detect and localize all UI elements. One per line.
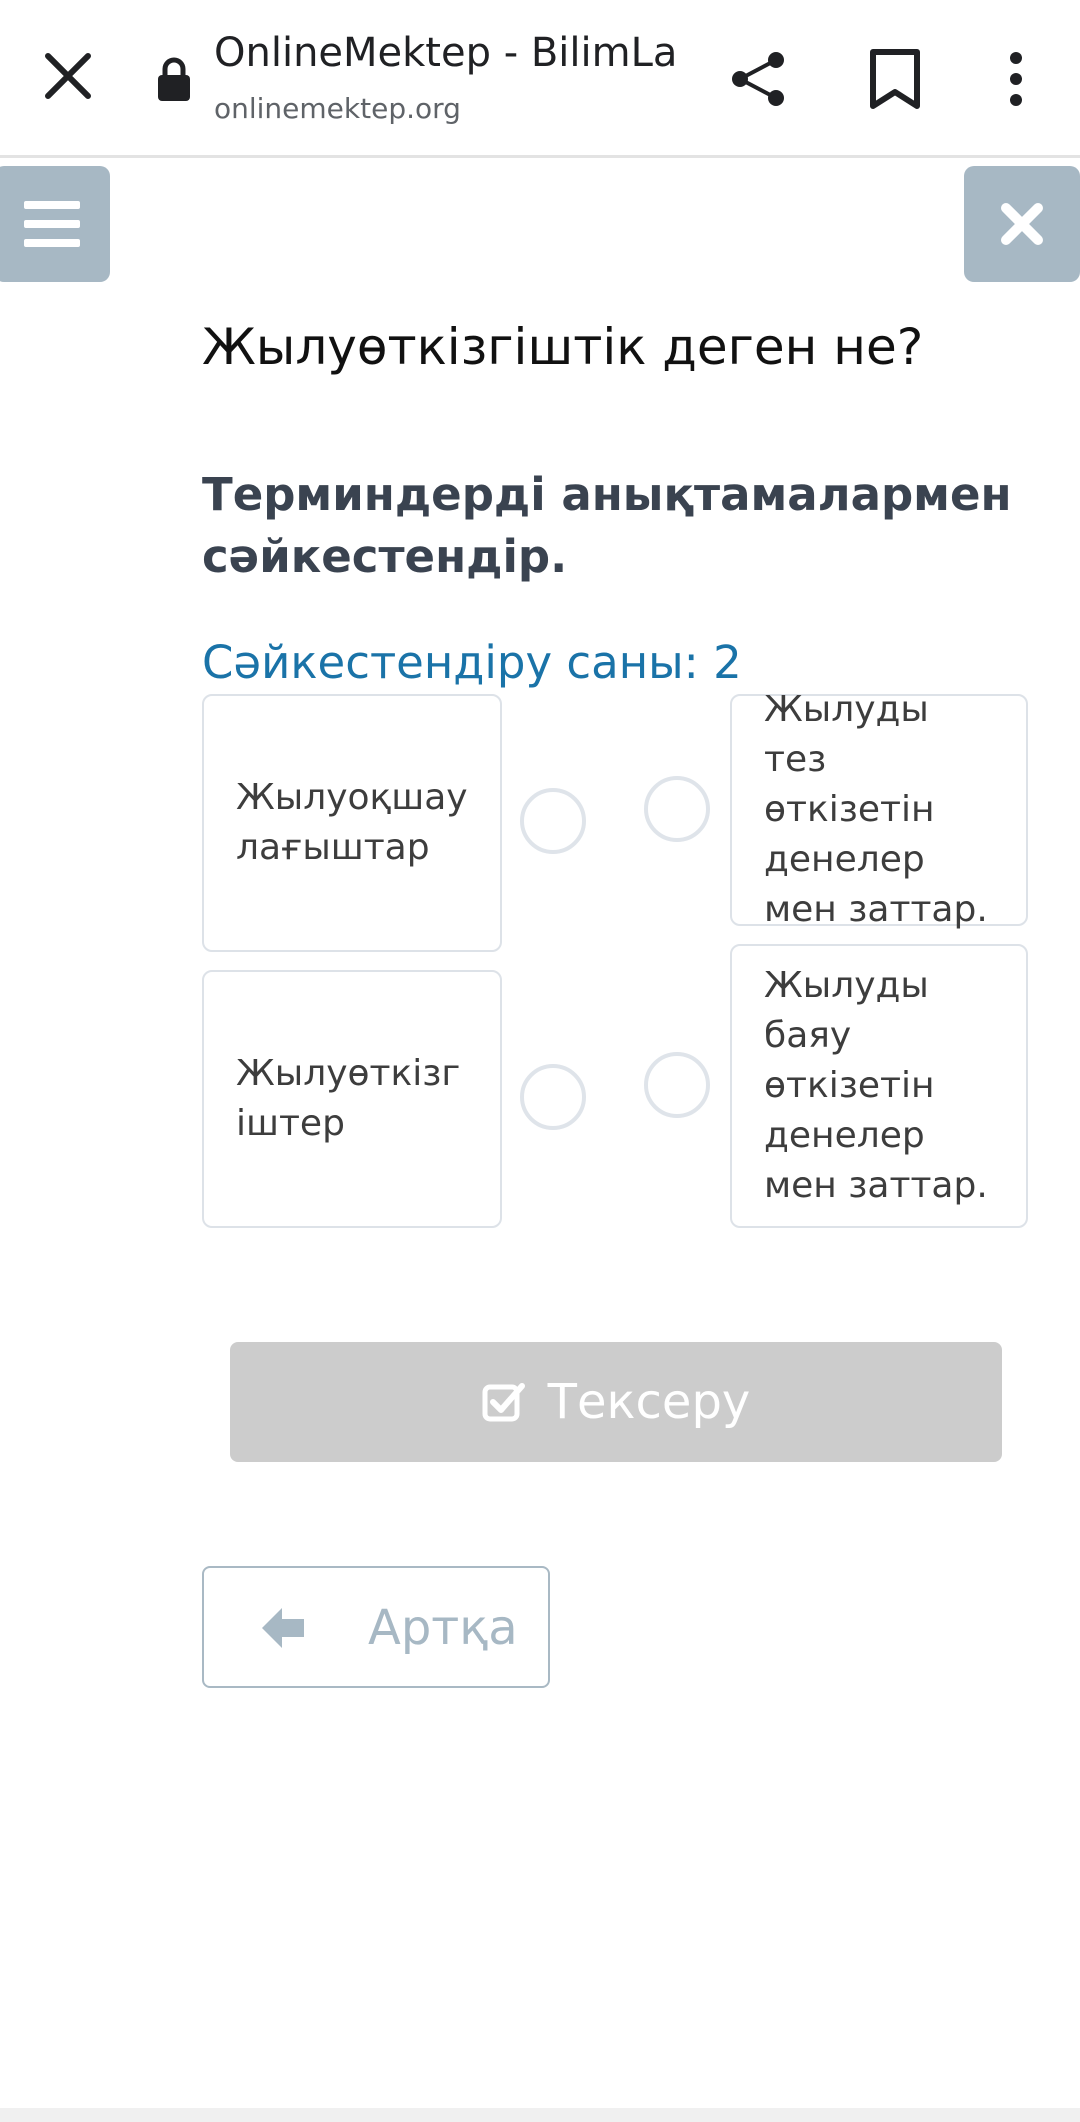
definition-connector-1[interactable] xyxy=(644,776,710,842)
question-instruction: Терминдерді анықтамалармен сәйкестендір. xyxy=(202,468,1012,583)
more-vert-icon[interactable] xyxy=(994,50,1038,108)
term-card-2[interactable]: Жылуөткізгіштер xyxy=(202,970,502,1228)
bookmark-icon[interactable] xyxy=(868,48,922,110)
definition-label: Жылуды баяу өткізетін денелер мен заттар… xyxy=(764,965,988,1206)
term-label: Жылуөткізгіштер xyxy=(236,1053,461,1144)
share-icon[interactable] xyxy=(728,48,790,110)
definition-card-1[interactable]: Жылуды тез өткізетін денелер мен заттар. xyxy=(730,689,1028,930)
check-button-label: Тексеру xyxy=(547,1374,751,1430)
close-icon[interactable] xyxy=(40,48,96,104)
bottom-edge xyxy=(0,2108,1080,2122)
browser-toolbar: OnlineMektep - BilimLa… onlinemektep.org xyxy=(0,0,1080,158)
check-button[interactable]: Тексеру xyxy=(230,1342,1002,1462)
back-button-label: Артқа xyxy=(368,1600,518,1656)
page-url[interactable]: onlinemektep.org xyxy=(214,92,461,125)
term-connector-1[interactable] xyxy=(520,788,586,854)
question-title: Жылуөткізгіштік деген не? xyxy=(202,318,924,376)
term-card-1[interactable]: Жылуоқшаулағыштар xyxy=(202,694,502,952)
definition-card-2[interactable]: Жылуды баяу өткізетін денелер мен заттар… xyxy=(730,944,1028,1228)
match-count: Сәйкестендіру саны: 2 xyxy=(202,636,742,689)
checkbox-checked-icon xyxy=(482,1383,525,1422)
menu-button[interactable] xyxy=(0,166,110,282)
page-title[interactable]: OnlineMektep - BilimLa… xyxy=(214,30,674,76)
menu-icon xyxy=(24,201,80,247)
term-connector-2[interactable] xyxy=(520,1064,586,1130)
close-lesson-button[interactable] xyxy=(964,166,1080,282)
back-button[interactable]: Артқа xyxy=(202,1566,550,1688)
definition-connector-2[interactable] xyxy=(644,1052,710,1118)
term-label: Жылуоқшаулағыштар xyxy=(236,777,468,868)
definition-label: Жылуды тез өткізетін денелер мен заттар. xyxy=(764,689,988,930)
close-icon xyxy=(1001,203,1043,245)
arrow-left-icon xyxy=(262,1608,304,1648)
lock-icon xyxy=(158,57,190,101)
